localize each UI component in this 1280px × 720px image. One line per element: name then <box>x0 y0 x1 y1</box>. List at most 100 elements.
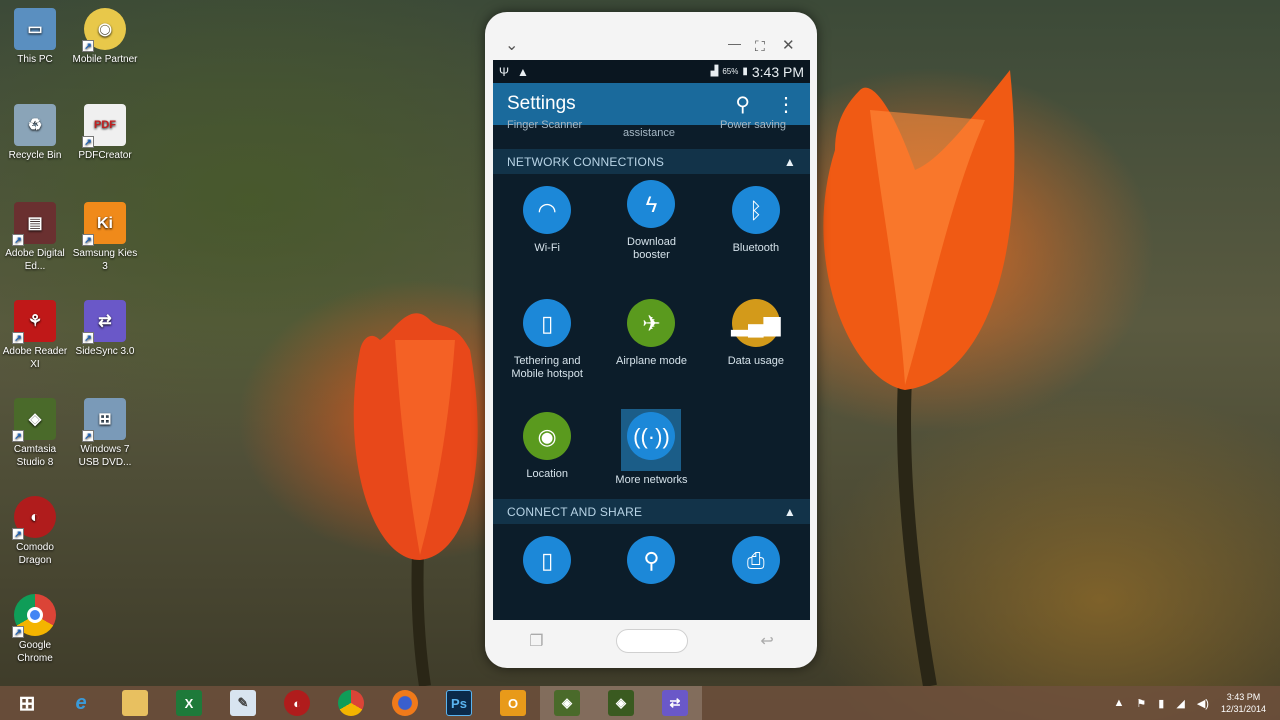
desktop-icon-sidesync[interactable]: ⇄ ↗ SideSync 3.0 <box>72 300 138 358</box>
desktop-icon-comodo-dragon[interactable]: ◐ ↗ Comodo Dragon <box>2 496 68 567</box>
desktop-icon-label: Windows 7 USB DVD... <box>78 444 132 468</box>
connect-and-share-grid: ▯ ⚲ ⎙ <box>493 524 810 594</box>
chevron-up-icon[interactable]: ▲ <box>784 155 796 169</box>
tile-label: Download booster <box>627 236 676 261</box>
desktop-icon-label: Adobe Digital Ed... <box>5 248 65 272</box>
taskbar-firefox[interactable] <box>378 686 432 720</box>
chevron-up-icon[interactable]: ▲ <box>784 505 796 519</box>
desktop-icon-samsung-kies[interactable]: Ki ↗ Samsung Kies 3 <box>72 202 138 273</box>
taskbar-photoshop[interactable]: Ps <box>432 686 486 720</box>
tile-airplane-mode[interactable]: ✈ Airplane mode <box>599 287 703 400</box>
collapse-button[interactable]: ⌄ <box>505 38 518 54</box>
status-bar: Ψ ▲ ▟ 65% ▮ 3:43 PM <box>493 60 810 83</box>
desktop-icon-this-pc[interactable]: ▭ This PC <box>2 8 68 66</box>
battery-icon: ▮ <box>742 66 748 77</box>
desktop-icon-google-chrome[interactable]: ↗ Google Chrome <box>2 594 68 665</box>
desktop-icon-windows7-usb[interactable]: ⊞ ↗ Windows 7 USB DVD... <box>72 398 138 469</box>
desktop-icon-adobe-reader[interactable]: ⚘ ↗ Adobe Reader XI <box>2 300 68 371</box>
internet-explorer-icon: e <box>75 691 87 714</box>
home-button[interactable] <box>615 629 688 653</box>
back-icon[interactable]: ↩ <box>760 631 773 651</box>
section-header-network-connections[interactable]: NETWORK CONNECTIONS ▲ <box>493 149 810 174</box>
comodo-dragon-icon: ◐ <box>284 690 310 716</box>
bluetooth-icon: ᛒ <box>731 186 780 234</box>
battery-icon[interactable]: ▮ <box>1158 697 1164 710</box>
tile-printing[interactable]: ⎙ <box>704 524 808 594</box>
desktop-icon-pdfcreator[interactable]: PDF ↗ PDFCreator <box>72 104 138 162</box>
samsung-kies-icon: Ki ↗ <box>82 202 126 246</box>
camtasia-icon: ◈ ↗ <box>12 398 56 442</box>
taskbar: ⊞ e X ✎ ◐ Ps O ◈ ◈ ⇄ ▲ ⚑ ▮ ◢ ◀) 3:43 PM … <box>0 686 1280 720</box>
desktop-icon-mobile-partner[interactable]: ◉ ↗ Mobile Partner <box>72 8 138 66</box>
recent-apps-icon[interactable]: ❐ <box>529 631 543 651</box>
printing-icon: ⎙ <box>731 536 780 584</box>
flag-icon[interactable]: ⚑ <box>1136 697 1146 710</box>
tile-location[interactable]: ◉ Location <box>495 400 599 513</box>
taskbar-sidesync[interactable]: ⇄ <box>648 686 702 720</box>
tile-tethering-hotspot[interactable]: ▯ Tethering and Mobile hotspot <box>495 287 599 400</box>
excel-icon: X <box>176 690 202 716</box>
sidesync-icon: ⇄ <box>662 690 688 716</box>
desktop-icon-adobe-digital-editions[interactable]: ▤ ↗ Adobe Digital Ed... <box>2 202 68 273</box>
computer-icon: ▭ <box>14 8 56 50</box>
tile-data-usage[interactable]: ▂▄▆ Data usage <box>704 287 808 400</box>
taskbar-ie[interactable]: e <box>54 686 108 720</box>
tile-wifi[interactable]: ◠ Wi-Fi <box>495 174 599 287</box>
desktop-icon-label: Samsung Kies 3 <box>72 248 138 272</box>
desktop-icon-camtasia[interactable]: ◈ ↗ Camtasia Studio 8 <box>2 398 68 469</box>
tile-more-networks[interactable]: ((·)) More networks <box>599 400 703 513</box>
tile-bluetooth[interactable]: ᛒ Bluetooth <box>704 174 808 287</box>
desktop-icon-label: Comodo Dragon <box>16 542 54 566</box>
assistance-label[interactable]: assistance <box>623 127 675 139</box>
warning-icon: ▲ <box>517 64 529 79</box>
desktop-icon-label: PDFCreator <box>78 150 132 161</box>
start-button[interactable]: ⊞ <box>0 686 54 720</box>
tile-download-booster[interactable]: ϟ Download booster <box>599 174 703 287</box>
mobile-partner-icon: ◉ ↗ <box>82 8 126 52</box>
desktop-icon-label: SideSync 3.0 <box>75 346 135 357</box>
taskbar-camtasia-recorder[interactable]: ◈ <box>540 686 594 720</box>
maximize-button[interactable]: ⛶ <box>755 38 765 54</box>
tile-label: More networks <box>615 474 688 486</box>
wifi-icon: ◠ <box>523 186 572 234</box>
finger-scanner-label[interactable]: Finger Scanner <box>507 119 582 131</box>
taskbar-paint[interactable]: ✎ <box>216 686 270 720</box>
taskbar-chrome[interactable] <box>324 686 378 720</box>
clock-date: 12/31/2014 <box>1220 704 1266 714</box>
desktop-icon-label: Adobe Reader XI <box>2 346 68 370</box>
tray-expand-icon[interactable]: ▲ <box>1114 697 1125 709</box>
desktop-icon-label: Mobile Partner <box>72 54 138 65</box>
location-icon: ◉ <box>523 412 572 460</box>
power-saving-label[interactable]: Power saving <box>720 119 786 131</box>
tile-label: Airplane mode <box>616 355 687 367</box>
search-icon[interactable]: ⚲ <box>735 92 750 117</box>
overflow-menu-icon[interactable]: ⋮ <box>776 92 796 117</box>
volume-icon[interactable]: ◀) <box>1197 697 1209 710</box>
network-connections-grid: ◠ Wi-Fi ϟ Download booster ᛒ Bluetooth ▯… <box>493 174 810 513</box>
tile-nfc[interactable]: ▯ <box>495 524 599 594</box>
taskbar-excel[interactable]: X <box>162 686 216 720</box>
airplane-icon: ✈ <box>627 299 676 347</box>
usb-icon: Ψ <box>499 64 510 79</box>
phone-nav-bar: ❐ ↩ <box>493 620 810 662</box>
desktop-icon-recycle-bin[interactable]: ♻ Recycle Bin <box>2 104 68 162</box>
close-button[interactable]: ✕ <box>782 38 795 54</box>
windows-start-icon: ⊞ <box>18 692 36 715</box>
photoshop-icon: Ps <box>446 690 472 716</box>
taskbar-explorer[interactable] <box>108 686 162 720</box>
tile-nearby-devices[interactable]: ⚲ <box>599 524 703 594</box>
tile-label: Location <box>526 468 568 480</box>
desktop-icon-label: This PC <box>17 54 53 65</box>
taskbar-outlook[interactable]: O <box>486 686 540 720</box>
minimize-button[interactable]: — <box>728 36 741 52</box>
windows7-usb-dvd-icon: ⊞ ↗ <box>82 398 126 442</box>
taskbar-camtasia-studio[interactable]: ◈ <box>594 686 648 720</box>
taskbar-clock[interactable]: 3:43 PM 12/31/2014 <box>1221 691 1266 715</box>
comodo-dragon-icon: ◐ ↗ <box>12 496 56 540</box>
taskbar-comodo[interactable]: ◐ <box>270 686 324 720</box>
tile-empty <box>704 400 808 513</box>
data-usage-icon: ▂▄▆ <box>731 299 781 347</box>
network-icon[interactable]: ◢ <box>1176 697 1184 710</box>
firefox-icon <box>392 690 418 716</box>
adobe-digital-editions-icon: ▤ ↗ <box>12 202 56 246</box>
